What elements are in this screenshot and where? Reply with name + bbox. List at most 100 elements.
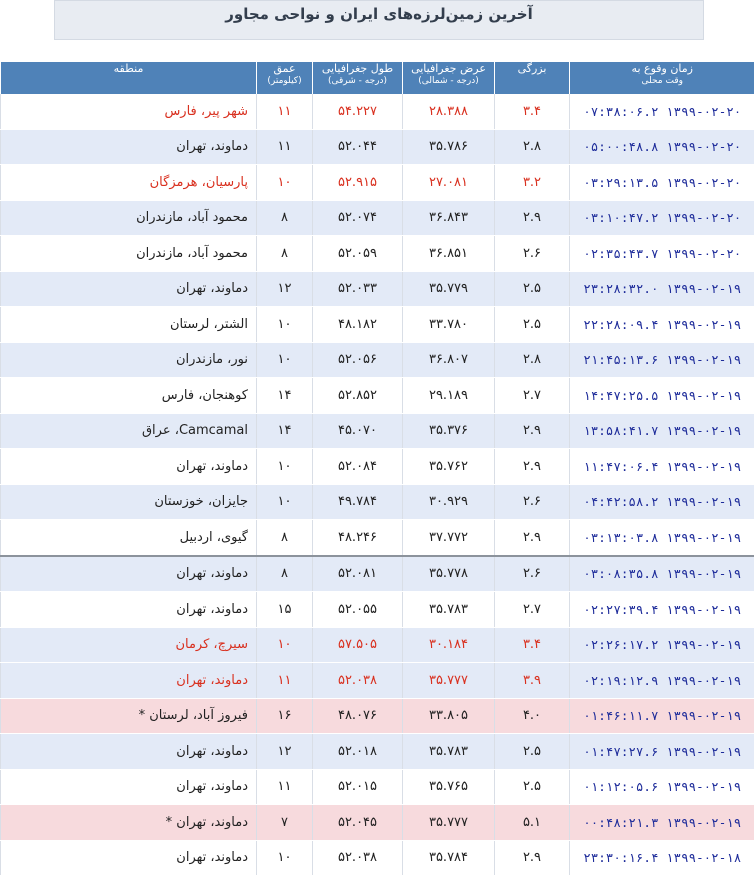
longitude-cell: ۵۲.۰۴۴ <box>313 129 403 165</box>
region-cell: نور، مازندران <box>1 342 257 378</box>
table-row[interactable]: ۱۳۹۹-۰۲-۱۹ ۱۴:۴۷:۲۵.۵۲.۷۲۹.۱۸۹۵۲.۸۵۲۱۴کو… <box>1 378 754 414</box>
depth-cell: ۱۰ <box>257 627 313 663</box>
magnitude-cell: ۳.۲ <box>495 165 570 201</box>
time-cell: ۱۳۹۹-۰۲-۲۰ ۰۳:۲۹:۱۳.۵ <box>570 165 754 201</box>
magnitude-cell: ۲.۷ <box>495 592 570 628</box>
region-cell: کوهنجان، فارس <box>1 378 257 414</box>
table-row[interactable]: ۱۳۹۹-۰۲-۲۰ ۰۲:۳۵:۴۳.۷۲.۶۳۶.۸۵۱۵۲.۰۵۹۸محم… <box>1 236 754 272</box>
latitude-cell: ۳۶.۸۰۷ <box>403 342 495 378</box>
table-row[interactable]: ۱۳۹۹-۰۲-۱۹ ۰۱:۴۶:۱۱.۷۴.۰۳۳.۸۰۵۴۸.۰۷۶۱۶فی… <box>1 698 754 734</box>
depth-cell: ۱۱ <box>257 94 313 129</box>
magnitude-cell: ۲.۶ <box>495 556 570 592</box>
time-cell: ۱۳۹۹-۰۲-۱۹ ۱۳:۵۸:۴۱.۷ <box>570 413 754 449</box>
magnitude-cell: ۲.۹ <box>495 449 570 485</box>
magnitude-cell: ۲.۵ <box>495 769 570 805</box>
magnitude-cell: ۲.۹ <box>495 200 570 236</box>
table-row[interactable]: ۱۳۹۹-۰۲-۱۹ ۰۰:۴۸:۲۱.۳۵.۱۳۵.۷۷۷۵۲.۰۴۵۷دما… <box>1 805 754 841</box>
region-cell: سیرچ، کرمان <box>1 627 257 663</box>
table-row[interactable]: ۱۳۹۹-۰۲-۱۸ ۲۳:۳۰:۱۶.۴۲.۹۳۵.۷۸۴۵۲.۰۳۸۱۰دم… <box>1 840 754 876</box>
latitude-cell: ۳۵.۷۷۷ <box>403 663 495 699</box>
header-depth[interactable]: عمق(کیلومتر) <box>257 62 313 94</box>
table-row[interactable]: ۱۳۹۹-۰۲-۱۹ ۰۲:۱۹:۱۲.۹۳.۹۳۵.۷۷۷۵۲.۰۳۸۱۱دم… <box>1 663 754 699</box>
time-cell: ۱۳۹۹-۰۲-۱۹ ۰۴:۴۲:۵۸.۲ <box>570 484 754 520</box>
table-row[interactable]: ۱۳۹۹-۰۲-۲۰ ۰۳:۲۹:۱۳.۵۳.۲۲۷.۰۸۱۵۲.۹۱۵۱۰پا… <box>1 165 754 201</box>
table-row[interactable]: ۱۳۹۹-۰۲-۱۹ ۲۲:۲۸:۰۹.۴۲.۵۳۳.۷۸۰۴۸.۱۸۲۱۰ال… <box>1 307 754 343</box>
magnitude-cell: ۲.۹ <box>495 413 570 449</box>
table-row[interactable]: ۱۳۹۹-۰۲-۱۹ ۰۳:۱۳:۰۳.۸۲.۹۳۷.۷۷۲۴۸.۲۴۶۸گیو… <box>1 520 754 556</box>
latitude-cell: ۳۵.۷۸۶ <box>403 129 495 165</box>
latitude-cell: ۳۵.۷۸۴ <box>403 840 495 876</box>
time-cell: ۱۳۹۹-۰۲-۱۹ ۰۰:۴۸:۲۱.۳ <box>570 805 754 841</box>
time-cell: ۱۳۹۹-۰۲-۱۹ ۲۳:۲۸:۳۲.۰ <box>570 271 754 307</box>
latitude-cell: ۳۳.۷۸۰ <box>403 307 495 343</box>
magnitude-cell: ۲.۵ <box>495 307 570 343</box>
region-cell: دماوند، تهران <box>1 734 257 770</box>
magnitude-cell: ۳.۴ <box>495 94 570 129</box>
header-magnitude[interactable]: بزرگی <box>495 62 570 94</box>
time-cell: ۱۳۹۹-۰۲-۱۹ ۰۳:۱۳:۰۳.۸ <box>570 520 754 556</box>
longitude-cell: ۴۹.۷۸۴ <box>313 484 403 520</box>
time-cell: ۱۳۹۹-۰۲-۱۹ ۰۲:۲۷:۳۹.۴ <box>570 592 754 628</box>
latitude-cell: ۳۶.۸۵۱ <box>403 236 495 272</box>
table-row[interactable]: ۱۳۹۹-۰۲-۱۹ ۰۱:۴۷:۲۷.۶۲.۵۳۵.۷۸۳۵۲.۰۱۸۱۲دم… <box>1 734 754 770</box>
depth-cell: ۱۴ <box>257 378 313 414</box>
table-row[interactable]: ۱۳۹۹-۰۲-۱۹ ۱۱:۴۷:۰۶.۴۲.۹۳۵.۷۶۲۵۲.۰۸۴۱۰دم… <box>1 449 754 485</box>
region-cell: دماوند، تهران <box>1 449 257 485</box>
region-cell: پارسیان، هرمزگان <box>1 165 257 201</box>
longitude-cell: ۵۲.۹۱۵ <box>313 165 403 201</box>
depth-cell: ۱۱ <box>257 129 313 165</box>
time-cell: ۱۳۹۹-۰۲-۱۹ ۰۲:۲۶:۱۷.۲ <box>570 627 754 663</box>
header-longitude[interactable]: طول جغرافیایی(درجه - شرقی) <box>313 62 403 94</box>
latitude-cell: ۳۵.۷۶۵ <box>403 769 495 805</box>
magnitude-cell: ۲.۵ <box>495 271 570 307</box>
table-row[interactable]: ۱۳۹۹-۰۲-۲۰ ۰۳:۱۰:۴۷.۲۲.۹۳۶.۸۴۳۵۲.۰۷۴۸محم… <box>1 200 754 236</box>
longitude-cell: ۴۸.۱۸۲ <box>313 307 403 343</box>
time-cell: ۱۳۹۹-۰۲-۲۰ ۰۵:۰۰:۴۸.۸ <box>570 129 754 165</box>
earthquake-table: زمان وقوع بهوقت محلی بزرگی عرض جغرافیایی… <box>0 62 754 876</box>
table-row[interactable]: ۱۳۹۹-۰۲-۱۹ ۱۳:۵۸:۴۱.۷۲.۹۳۵.۳۷۶۴۵.۰۷۰۱۴Ca… <box>1 413 754 449</box>
region-cell: الشتر، لرستان <box>1 307 257 343</box>
depth-cell: ۱۰ <box>257 449 313 485</box>
depth-cell: ۱۰ <box>257 484 313 520</box>
longitude-cell: ۵۲.۰۷۴ <box>313 200 403 236</box>
magnitude-cell: ۲.۸ <box>495 129 570 165</box>
latitude-cell: ۳۵.۷۷۹ <box>403 271 495 307</box>
header-latitude[interactable]: عرض جغرافیایی(درجه - شمالی) <box>403 62 495 94</box>
depth-cell: ۱۱ <box>257 663 313 699</box>
latitude-cell: ۳۷.۷۷۲ <box>403 520 495 556</box>
depth-cell: ۱۰ <box>257 307 313 343</box>
table-row[interactable]: ۱۳۹۹-۰۲-۱۹ ۰۴:۴۲:۵۸.۲۲.۶۳۰.۹۲۹۴۹.۷۸۴۱۰جا… <box>1 484 754 520</box>
table-row[interactable]: ۱۳۹۹-۰۲-۱۹ ۰۲:۲۶:۱۷.۲۳.۴۳۰.۱۸۴۵۷.۵۰۵۱۰سی… <box>1 627 754 663</box>
latitude-cell: ۲۸.۳۸۸ <box>403 94 495 129</box>
longitude-cell: ۵۲.۰۴۵ <box>313 805 403 841</box>
table-row[interactable]: ۱۳۹۹-۰۲-۱۹ ۰۳:۰۸:۳۵.۸۲.۶۳۵.۷۷۸۵۲.۰۸۱۸دما… <box>1 556 754 592</box>
longitude-cell: ۵۷.۵۰۵ <box>313 627 403 663</box>
page-title: آخرین زمین‌لرزه‌های ایران و نواحی مجاور <box>55 1 703 27</box>
depth-cell: ۸ <box>257 200 313 236</box>
magnitude-cell: ۲.۵ <box>495 734 570 770</box>
magnitude-cell: ۲.۸ <box>495 342 570 378</box>
latitude-cell: ۲۷.۰۸۱ <box>403 165 495 201</box>
latitude-cell: ۳۰.۹۲۹ <box>403 484 495 520</box>
table-row[interactable]: ۱۳۹۹-۰۲-۱۹ ۰۲:۲۷:۳۹.۴۲.۷۳۵.۷۸۳۵۲.۰۵۵۱۵دم… <box>1 592 754 628</box>
header-region[interactable]: منطقه <box>1 62 257 94</box>
time-cell: ۱۳۹۹-۰۲-۲۰ ۰۷:۳۸:۰۶.۲ <box>570 94 754 129</box>
table-header-row: زمان وقوع بهوقت محلی بزرگی عرض جغرافیایی… <box>1 62 754 94</box>
time-cell: ۱۳۹۹-۰۲-۱۹ ۲۱:۴۵:۱۳.۶ <box>570 342 754 378</box>
table-row[interactable]: ۱۳۹۹-۰۲-۲۰ ۰۷:۳۸:۰۶.۲۳.۴۲۸.۳۸۸۵۴.۲۲۷۱۱شه… <box>1 94 754 129</box>
table-row[interactable]: ۱۳۹۹-۰۲-۲۰ ۰۵:۰۰:۴۸.۸۲.۸۳۵.۷۸۶۵۲.۰۴۴۱۱دم… <box>1 129 754 165</box>
header-time[interactable]: زمان وقوع بهوقت محلی <box>570 62 754 94</box>
time-cell: ۱۳۹۹-۰۲-۱۹ ۱۴:۴۷:۲۵.۵ <box>570 378 754 414</box>
table-row[interactable]: ۱۳۹۹-۰۲-۱۹ ۲۳:۲۸:۳۲.۰۲.۵۳۵.۷۷۹۵۲.۰۳۳۱۲دم… <box>1 271 754 307</box>
magnitude-cell: ۲.۷ <box>495 378 570 414</box>
longitude-cell: ۵۴.۲۲۷ <box>313 94 403 129</box>
page-title-box: آخرین زمین‌لرزه‌های ایران و نواحی مجاور <box>54 0 704 40</box>
latitude-cell: ۳۵.۷۷۷ <box>403 805 495 841</box>
depth-cell: ۱۰ <box>257 165 313 201</box>
depth-cell: ۱۴ <box>257 413 313 449</box>
latitude-cell: ۳۵.۷۷۸ <box>403 556 495 592</box>
table-row[interactable]: ۱۳۹۹-۰۲-۱۹ ۰۱:۱۲:۰۵.۶۲.۵۳۵.۷۶۵۵۲.۰۱۵۱۱دم… <box>1 769 754 805</box>
region-cell: دماوند، تهران <box>1 769 257 805</box>
table-row[interactable]: ۱۳۹۹-۰۲-۱۹ ۲۱:۴۵:۱۳.۶۲.۸۳۶.۸۰۷۵۲.۰۵۶۱۰نو… <box>1 342 754 378</box>
longitude-cell: ۴۸.۲۴۶ <box>313 520 403 556</box>
